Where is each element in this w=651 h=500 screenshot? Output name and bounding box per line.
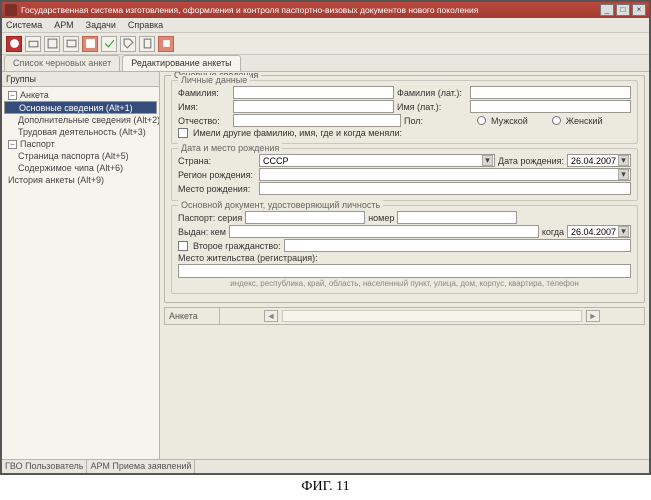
birth-place-input[interactable] bbox=[259, 182, 631, 195]
tree-item-work[interactable]: Трудовая деятельность (Alt+3) bbox=[4, 126, 157, 138]
tb-camera-icon[interactable] bbox=[25, 36, 41, 52]
maximize-button[interactable]: □ bbox=[616, 4, 630, 16]
app-icon bbox=[5, 4, 17, 16]
tree-item-basic[interactable]: Основные сведения (Alt+1) bbox=[4, 101, 157, 114]
tb-save-icon[interactable] bbox=[82, 36, 98, 52]
sidebar-header: Группы bbox=[2, 72, 159, 87]
group-document: Основной документ, удостоверяющий личнос… bbox=[171, 205, 638, 294]
nav-prev-button[interactable]: ◄ bbox=[264, 310, 278, 322]
nav-next-button[interactable]: ► bbox=[586, 310, 600, 322]
dual-citizenship-checkbox[interactable] bbox=[178, 241, 188, 251]
tree-item-history[interactable]: История анкеты (Alt+9) bbox=[4, 174, 157, 186]
tree: −Анкета Основные сведения (Alt+1) Дополн… bbox=[2, 87, 159, 462]
menubar: Система АРМ Задачи Справка bbox=[2, 18, 649, 33]
close-button[interactable]: × bbox=[632, 4, 646, 16]
dual-citizenship-input[interactable] bbox=[284, 239, 631, 252]
expand-icon[interactable]: − bbox=[8, 140, 17, 149]
titlebar: Государственная система изготовления, оф… bbox=[2, 2, 649, 18]
chevron-down-icon[interactable]: ▾ bbox=[618, 226, 629, 237]
footer-nav: Анкета ◄ ► bbox=[164, 307, 645, 325]
tb-record-icon[interactable] bbox=[6, 36, 22, 52]
sidebar: Группы −Анкета Основные сведения (Alt+1)… bbox=[2, 72, 160, 462]
toolbar bbox=[2, 33, 649, 55]
chevron-down-icon[interactable]: ▾ bbox=[618, 169, 629, 180]
tree-item-passport-page[interactable]: Страница паспорта (Alt+5) bbox=[4, 150, 157, 162]
footer-label: Анкета bbox=[165, 308, 220, 324]
statusbar: ГВО Пользователь АРМ Приема заявлений bbox=[2, 459, 649, 473]
tree-item-chip[interactable]: Содержимое чипа (Alt+6) bbox=[4, 162, 157, 174]
group-birth: Дата и место рождения Страна: СССР ▾ Дат… bbox=[171, 148, 638, 201]
tb-photo-icon[interactable] bbox=[44, 36, 60, 52]
patronymic-input[interactable] bbox=[233, 114, 401, 127]
menu-help[interactable]: Справка bbox=[128, 18, 163, 32]
status-arm: АРМ Приема заявлений bbox=[87, 460, 195, 473]
tb-scan-icon[interactable] bbox=[63, 36, 79, 52]
dob-input[interactable]: 26.04.2007 ▾ bbox=[567, 154, 631, 167]
sex-male-radio[interactable] bbox=[477, 116, 486, 125]
tree-root-anketa[interactable]: −Анкета bbox=[4, 89, 157, 101]
window-title: Государственная система изготовления, оф… bbox=[21, 5, 600, 15]
app-window: Государственная система изготовления, оф… bbox=[0, 0, 651, 475]
menu-tasks[interactable]: Задачи bbox=[86, 18, 116, 32]
figure-caption: ФИГ. 11 bbox=[0, 475, 651, 499]
menu-system[interactable]: Система bbox=[6, 18, 42, 32]
tb-export-icon[interactable] bbox=[158, 36, 174, 52]
tb-tag-icon[interactable] bbox=[120, 36, 136, 52]
issued-when-input[interactable]: 26.04.2007 ▾ bbox=[567, 225, 631, 238]
surname-lat-input[interactable] bbox=[470, 86, 631, 99]
expand-icon[interactable]: − bbox=[8, 91, 17, 100]
sex-female-radio[interactable] bbox=[552, 116, 561, 125]
form-area: Основные сведения Личные данные Фамилия:… bbox=[160, 72, 649, 462]
address-input[interactable] bbox=[178, 264, 631, 278]
minimize-button[interactable]: _ bbox=[600, 4, 614, 16]
had-other-checkbox[interactable] bbox=[178, 128, 188, 138]
chevron-down-icon[interactable]: ▾ bbox=[482, 155, 493, 166]
passport-number-input[interactable] bbox=[397, 211, 517, 224]
tree-root-passport[interactable]: −Паспорт bbox=[4, 138, 157, 150]
country-select[interactable]: СССР ▾ bbox=[259, 154, 495, 167]
group-main: Основные сведения Личные данные Фамилия:… bbox=[164, 75, 645, 303]
group-personal: Личные данные Фамилия: Фамилия (лат.): И… bbox=[171, 80, 638, 144]
tab-draft-list[interactable]: Список черновых анкет bbox=[4, 55, 120, 71]
tb-check-icon[interactable] bbox=[101, 36, 117, 52]
surname-input[interactable] bbox=[233, 86, 394, 99]
nav-text bbox=[282, 310, 582, 322]
issued-by-input[interactable] bbox=[229, 225, 539, 238]
tb-doc-icon[interactable] bbox=[139, 36, 155, 52]
chevron-down-icon[interactable]: ▾ bbox=[618, 155, 629, 166]
menu-arm[interactable]: АРМ bbox=[54, 18, 73, 32]
status-user: ГВО Пользователь bbox=[2, 460, 87, 473]
name-input[interactable] bbox=[233, 100, 394, 113]
tabstrip: Список черновых анкет Редактирование анк… bbox=[2, 55, 649, 72]
passport-series-input[interactable] bbox=[245, 211, 365, 224]
tree-item-additional[interactable]: Дополнительные сведения (Alt+2) bbox=[4, 114, 157, 126]
name-lat-input[interactable] bbox=[470, 100, 631, 113]
birth-region-select[interactable]: ▾ bbox=[259, 168, 631, 181]
tab-edit-form[interactable]: Редактирование анкеты bbox=[122, 55, 240, 71]
